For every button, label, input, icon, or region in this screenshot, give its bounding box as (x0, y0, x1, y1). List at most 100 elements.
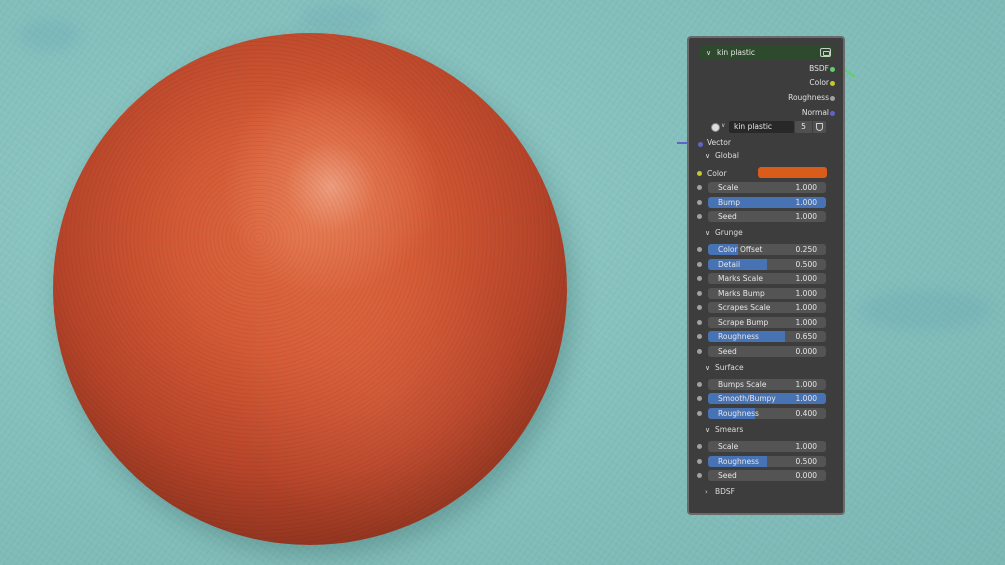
panel-title: Global (715, 151, 739, 160)
field-global-scale[interactable]: Scale 1.000 (708, 182, 826, 193)
input-socket[interactable] (697, 444, 702, 449)
input-socket[interactable] (697, 411, 702, 416)
field-label: Roughness (718, 457, 759, 466)
input-socket[interactable] (697, 291, 702, 296)
field-value: 1.000 (795, 212, 817, 221)
field-label: Detail (718, 260, 741, 269)
input-socket[interactable] (697, 349, 702, 354)
field-value: 1.000 (795, 442, 817, 451)
output-socket-normal[interactable] (830, 111, 835, 116)
output-socket-roughness[interactable] (830, 96, 835, 101)
material-browse-icon[interactable] (711, 123, 720, 132)
vector-input-label: Vector (707, 138, 731, 147)
node-title: kin plastic (717, 48, 756, 57)
field-value: 1.000 (795, 198, 817, 207)
field-value: 0.650 (795, 332, 817, 341)
color-swatch[interactable] (758, 167, 827, 178)
panel-header-bdsf[interactable]: › BDSF (705, 487, 735, 499)
panel-chevron-icon[interactable]: ∨ (705, 229, 715, 237)
panel-chevron-icon[interactable]: ∨ (705, 364, 715, 372)
field-grunge-scrape-bump[interactable]: Scrape Bump 1.000 (708, 317, 826, 328)
input-socket[interactable] (697, 185, 702, 190)
input-socket[interactable] (697, 214, 702, 219)
input-socket[interactable] (697, 305, 702, 310)
field-label: Scale (718, 442, 739, 451)
field-value: 0.400 (795, 409, 817, 418)
node-header[interactable]: ∨ kin plastic (700, 46, 834, 60)
color-input-socket[interactable] (697, 171, 702, 176)
field-value: 0.500 (795, 457, 817, 466)
background-smudge (20, 20, 80, 50)
field-global-bump[interactable]: Bump 1.000 (708, 197, 826, 208)
field-surface-bumps-scale[interactable]: Bumps Scale 1.000 (708, 379, 826, 390)
field-smears-seed[interactable]: Seed 0.000 (708, 470, 826, 481)
field-value: 1.000 (795, 303, 817, 312)
output-label-bsdf: BSDF (809, 64, 829, 73)
panel-title: Grunge (715, 228, 743, 237)
field-grunge-marks-bump[interactable]: Marks Bump 1.000 (708, 288, 826, 299)
field-grunge-color-offset[interactable]: Color Offset 0.250 (708, 244, 826, 255)
field-value: 1.000 (795, 394, 817, 403)
datablock-selector[interactable]: ∨ kin plastic 5 (706, 121, 826, 134)
output-socket-bsdf[interactable] (830, 67, 835, 72)
panel-header-grunge[interactable]: ∨ Grunge (705, 228, 743, 240)
panel-title: Surface (715, 363, 744, 372)
field-label: Scrapes Scale (718, 303, 771, 312)
panel-title: BDSF (715, 487, 735, 496)
node-group-kin-plastic[interactable]: ∨ kin plastic BSDF Color Roughness Normal ∨… (687, 36, 845, 515)
field-label: Seed (718, 347, 737, 356)
panel-header-surface[interactable]: ∨ Surface (705, 363, 744, 375)
field-value: 1.000 (795, 289, 817, 298)
field-grunge-scrapes-scale[interactable]: Scrapes Scale 1.000 (708, 302, 826, 313)
background-smudge (300, 5, 380, 30)
collapse-chevron-icon[interactable]: ∨ (706, 49, 711, 57)
field-grunge-roughness[interactable]: Roughness 0.650 (708, 331, 826, 342)
input-socket[interactable] (697, 382, 702, 387)
input-socket[interactable] (697, 247, 702, 252)
panel-header-smears[interactable]: ∨ Smears (705, 425, 743, 437)
input-socket[interactable] (697, 396, 702, 401)
vector-input-socket[interactable] (698, 142, 703, 147)
input-socket[interactable] (697, 473, 702, 478)
field-grunge-marks-scale[interactable]: Marks Scale 1.000 (708, 273, 826, 284)
node-group-icon[interactable] (820, 48, 831, 57)
chevron-down-icon[interactable]: ∨ (721, 122, 725, 129)
field-value: 1.000 (795, 380, 817, 389)
output-label-normal: Normal (801, 108, 829, 117)
field-smears-scale[interactable]: Scale 1.000 (708, 441, 826, 452)
field-label: Seed (718, 471, 737, 480)
field-grunge-seed[interactable]: Seed 0.000 (708, 346, 826, 357)
field-label: Color Offset (718, 245, 763, 254)
output-socket-color[interactable] (830, 81, 835, 86)
input-socket[interactable] (697, 276, 702, 281)
input-socket[interactable] (697, 262, 702, 267)
user-count[interactable]: 5 (795, 121, 812, 133)
input-socket[interactable] (697, 459, 702, 464)
input-socket[interactable] (697, 200, 702, 205)
field-value: 1.000 (795, 318, 817, 327)
field-label: Marks Bump (718, 289, 765, 298)
panel-header-global[interactable]: ∨ Global (705, 151, 739, 163)
field-surface-smooth-bumpy[interactable]: Smooth/Bumpy 1.000 (708, 393, 826, 404)
field-label: Marks Scale (718, 274, 763, 283)
fake-user-shield-icon[interactable] (813, 121, 826, 133)
background-smudge (860, 290, 990, 330)
field-label: Bumps Scale (718, 380, 767, 389)
datablock-name-field[interactable]: kin plastic (729, 121, 794, 133)
field-value: 1.000 (795, 274, 817, 283)
field-label: Roughness (718, 409, 759, 418)
panel-chevron-icon[interactable]: ∨ (705, 426, 715, 434)
panel-chevron-icon[interactable]: › (705, 488, 715, 496)
field-global-seed[interactable]: Seed 1.000 (708, 211, 826, 222)
field-smears-roughness[interactable]: Roughness 0.500 (708, 456, 826, 467)
input-socket[interactable] (697, 320, 702, 325)
panel-title: Smears (715, 425, 744, 434)
field-grunge-detail[interactable]: Detail 0.500 (708, 259, 826, 270)
material-preview-sphere (53, 33, 567, 545)
panel-chevron-icon[interactable]: ∨ (705, 152, 715, 160)
field-surface-roughness[interactable]: Roughness 0.400 (708, 408, 826, 419)
input-socket[interactable] (697, 334, 702, 339)
color-label: Color (707, 169, 727, 178)
output-label-color: Color (809, 78, 829, 87)
field-label: Scrape Bump (718, 318, 769, 327)
